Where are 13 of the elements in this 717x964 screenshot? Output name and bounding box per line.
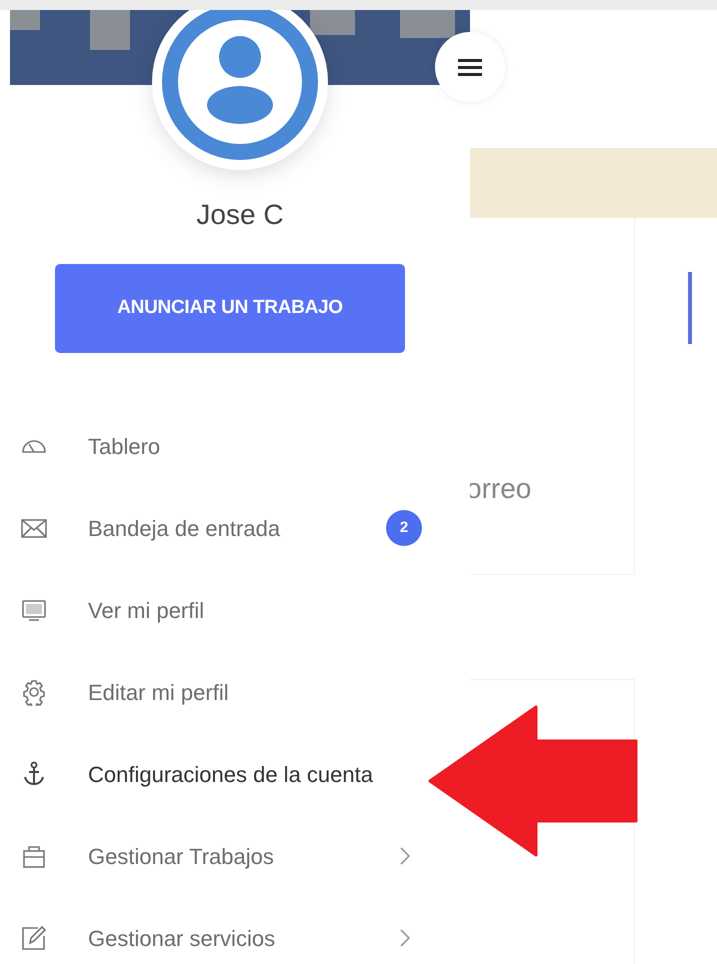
gear-icon — [20, 678, 48, 706]
menu-item[interactable]: Tablero — [10, 405, 428, 487]
menu-item[interactable]: Configuraciones de la cuenta — [10, 733, 428, 815]
count-badge: 2 — [386, 510, 422, 546]
edit-icon — [20, 924, 48, 952]
profile-name: Jose C — [195, 198, 285, 232]
menu-item[interactable]: Editar mi perfil — [10, 651, 428, 733]
menu-item[interactable]: Gestionar Trabajos — [10, 815, 428, 897]
menu-item[interactable]: Bandeja de entrada 2 — [10, 487, 428, 569]
post-job-button[interactable]: ANUNCIAR UN TRABAJO — [55, 264, 405, 353]
menu-icon — [458, 58, 482, 76]
menu-item[interactable]: Gestionar servicios — [10, 897, 428, 964]
menu-item[interactable]: Ver mi perfil — [10, 569, 428, 651]
